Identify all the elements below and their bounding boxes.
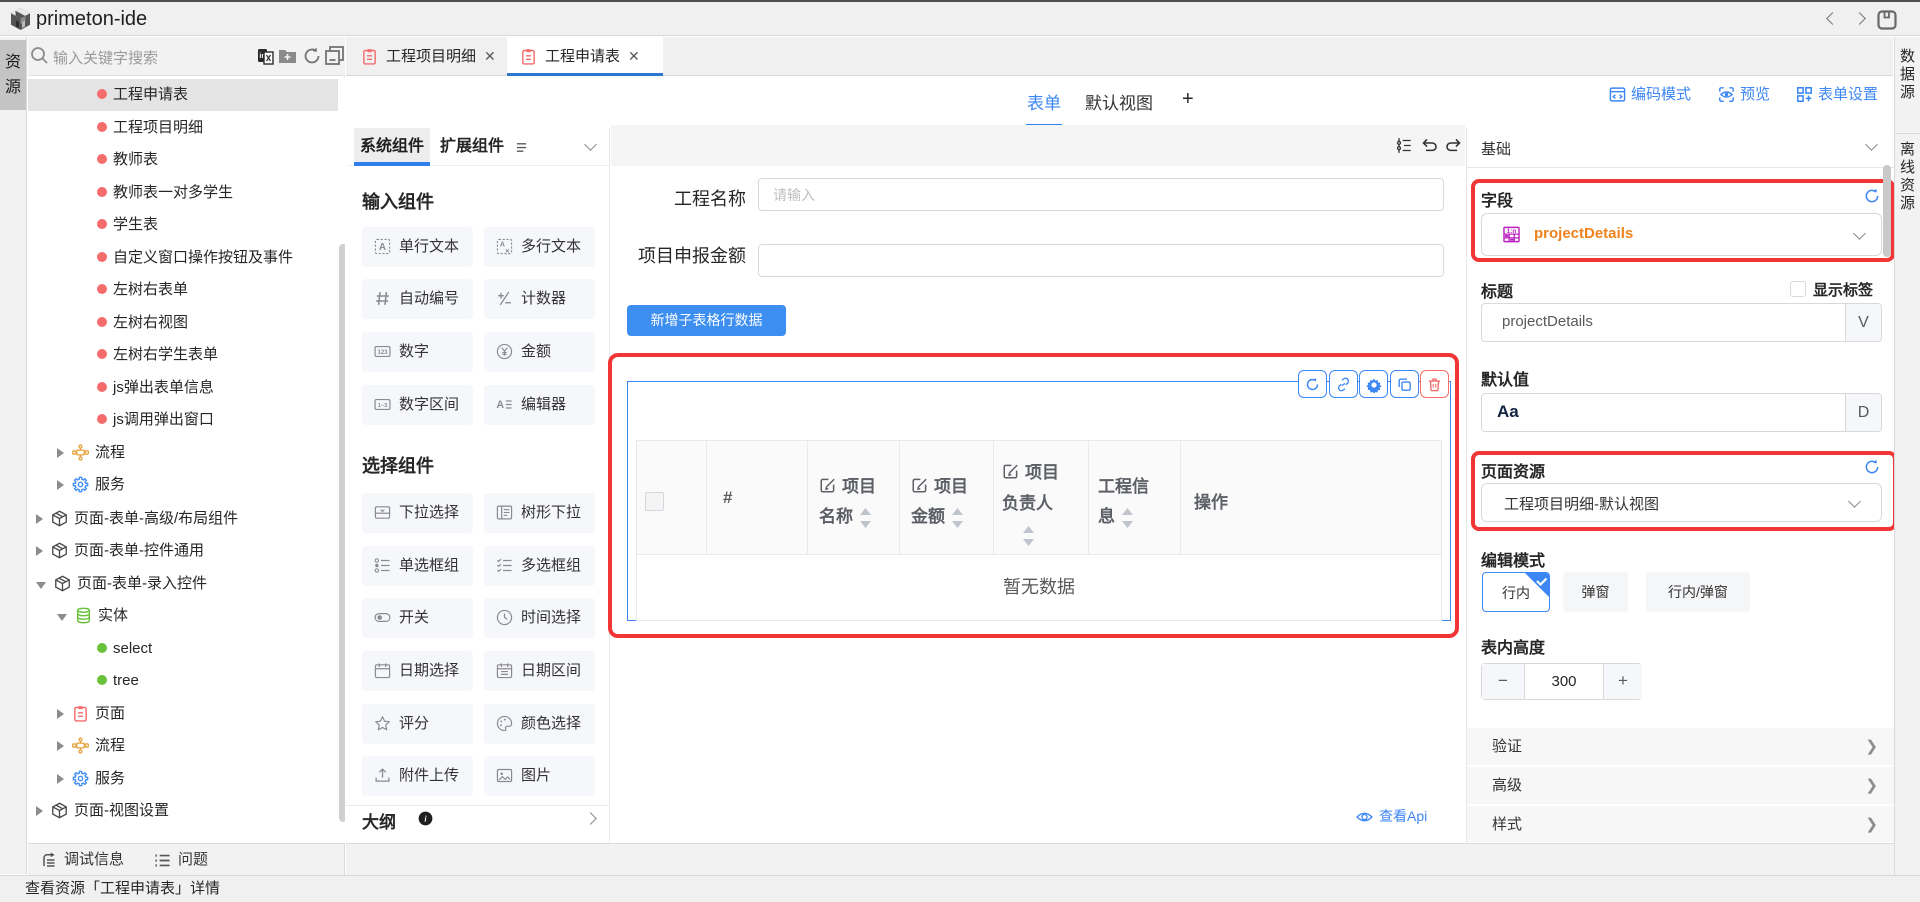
- svg-text:A: A: [379, 242, 386, 253]
- svg-text:A: A: [500, 240, 505, 248]
- svg-text:123: 123: [377, 350, 388, 356]
- svg-text:1~3: 1~3: [378, 403, 388, 409]
- svg-text:A: A: [496, 399, 504, 411]
